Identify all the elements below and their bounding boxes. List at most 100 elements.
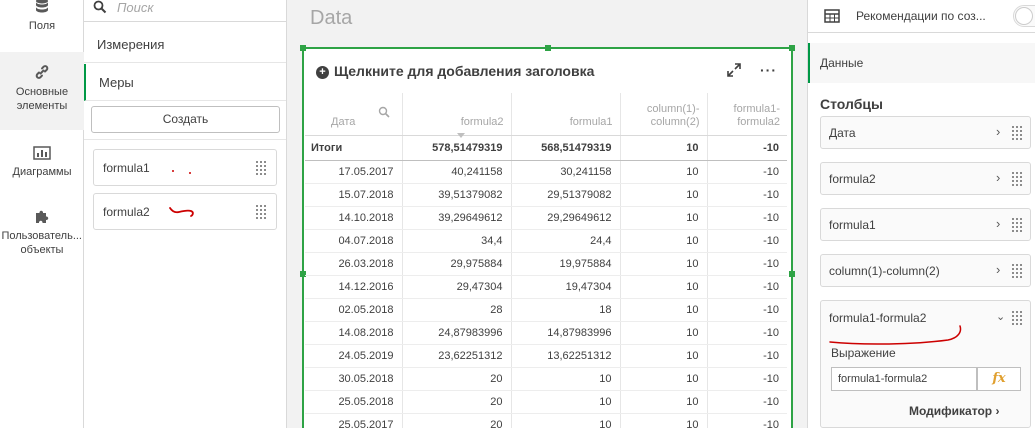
table-cell: 24,87983996 [402, 321, 512, 345]
column-item[interactable]: formula2 › [820, 162, 1031, 195]
expand-icon[interactable] [726, 62, 742, 78]
table-cell: 14,87983996 [511, 321, 621, 345]
table-cell: 34,4 [402, 229, 512, 253]
measure-item-formula2[interactable]: formula2 [93, 193, 277, 230]
table-row[interactable]: 24.05.2019 23,62251312 13,62251312 10 -10 [305, 344, 787, 368]
column-header[interactable]: formula2 [402, 93, 512, 138]
table-cell: 29,51379082 [511, 183, 621, 207]
table-row[interactable]: 02.05.2018 28 18 10 -10 [305, 298, 787, 322]
column-header[interactable]: formula1- formula2 [707, 93, 787, 136]
column-header-label: column(1)- [646, 102, 700, 115]
column-item[interactable]: column(1)-column(2) › [820, 254, 1031, 287]
create-measure-button[interactable]: Создать [91, 106, 280, 133]
rail-item-fields[interactable]: Поля [0, 0, 84, 48]
table-cell: 04.07.2018 [305, 229, 403, 253]
totals-cell: 10 [620, 135, 708, 161]
chevron-down-icon[interactable]: ⌄ [996, 310, 1005, 323]
table-row[interactable]: 15.07.2018 39,51379082 29,51379082 10 -10 [305, 183, 787, 207]
drag-handle-icon[interactable] [256, 205, 266, 219]
table-row[interactable]: 25.05.2018 20 10 10 -10 [305, 390, 787, 414]
modifier-link[interactable]: Модификатор › [909, 404, 999, 418]
table-row[interactable]: 30.05.2018 20 10 10 -10 [305, 367, 787, 391]
chevron-right-icon[interactable]: › [996, 262, 1000, 277]
measure-item-formula1[interactable]: formula1 [93, 149, 277, 186]
drag-handle-icon[interactable] [1012, 311, 1022, 325]
drag-handle-icon[interactable] [1012, 172, 1022, 186]
totals-row: Итоги 578,51479319 568,51479319 10 -10 [305, 135, 787, 161]
drag-handle-icon[interactable] [1012, 218, 1022, 232]
chevron-right-icon[interactable]: › [996, 170, 1000, 185]
table-cell: -10 [707, 298, 787, 322]
table-cell: 10 [620, 229, 708, 253]
column-label: column(1)-column(2) [829, 264, 940, 278]
table-row[interactable]: 25.05.2017 20 10 10 -10 [305, 413, 787, 428]
measures-section[interactable]: Меры [84, 64, 286, 101]
table-cell: 10 [620, 206, 708, 230]
tab-data[interactable]: Данные [808, 43, 1035, 83]
table-object[interactable]: + Щелкните для добавления заголовка ··· Д… [300, 45, 795, 428]
column-header[interactable]: column(1)- column(2) [620, 93, 708, 136]
drag-handle-icon[interactable] [1012, 264, 1022, 278]
search-field[interactable]: Поиск [84, 0, 286, 22]
data-table: Дата formula2 formula1 column(1)- column(2) f… [305, 93, 787, 428]
totals-cell: 578,51479319 [402, 135, 512, 161]
table-cell: -10 [707, 344, 787, 368]
table-row[interactable]: 26.03.2018 29,975884 19,975884 10 -10 [305, 252, 787, 276]
recommendations-bar: Рекомендации по соз... [808, 0, 1035, 33]
table-cell: 14.10.2018 [305, 206, 403, 230]
chevron-right-icon[interactable]: › [996, 124, 1000, 139]
table-cell: 24,4 [511, 229, 621, 253]
column-label: formula2 [829, 172, 876, 186]
table-row[interactable]: 14.12.2016 29,47304 19,47304 10 -10 [305, 275, 787, 299]
rail-item-charts[interactable]: Диаграммы [0, 142, 84, 192]
table-cell: 24.05.2019 [305, 344, 403, 368]
column-header[interactable]: formula1 [511, 93, 621, 136]
expression-editor-button[interactable]: fx [977, 367, 1021, 391]
resize-handle[interactable] [789, 271, 795, 277]
table-cell: 30,241158 [511, 160, 621, 184]
measure-label: formula2 [103, 205, 150, 219]
table-row[interactable]: 04.07.2018 34,4 24,4 10 -10 [305, 229, 787, 253]
table-cell: 10 [620, 344, 708, 368]
resize-handle[interactable] [545, 45, 551, 51]
columns-title: Столбцы [820, 96, 883, 112]
table-cell: -10 [707, 229, 787, 253]
resize-handle[interactable] [789, 45, 795, 51]
more-icon[interactable]: ··· [760, 62, 777, 78]
table-row[interactable]: 14.10.2018 39,29649612 29,29649612 10 -10 [305, 206, 787, 230]
column-header-label: formula1 [569, 115, 613, 128]
resize-handle[interactable] [300, 45, 306, 51]
rail-item-custom-objects[interactable]: Пользователь... объекты [0, 206, 84, 270]
table-cell: 14.12.2016 [305, 275, 403, 299]
chevron-right-icon[interactable]: › [996, 216, 1000, 231]
rail-label-core-1: Основные [15, 86, 69, 98]
column-header-label: formula2 [737, 115, 780, 128]
column-item[interactable]: formula1 › [820, 208, 1031, 241]
table-cell: 19,975884 [511, 252, 621, 276]
table-row[interactable]: 14.08.2018 24,87983996 14,87983996 10 -10 [305, 321, 787, 345]
red-annotation-underline [829, 325, 962, 345]
assets-panel: Поиск Измерения Меры Создать formula1 fo… [84, 0, 287, 428]
drag-handle-icon[interactable] [1012, 126, 1022, 140]
table-cell: 20 [402, 413, 512, 428]
totals-cell: -10 [707, 135, 787, 161]
column-item[interactable]: Дата › [820, 116, 1031, 149]
table-cell: 30.05.2018 [305, 367, 403, 391]
table-cell: 25.05.2018 [305, 390, 403, 414]
expression-input[interactable] [831, 367, 977, 391]
column-header[interactable]: Дата [305, 93, 403, 136]
table-cell: 10 [511, 367, 621, 391]
red-annotation-dots [172, 170, 191, 174]
search-icon[interactable] [378, 106, 390, 118]
recommendations-toggle[interactable] [1013, 5, 1035, 27]
chart-title[interactable]: + Щелкните для добавления заголовка [316, 63, 594, 79]
table-cell: -10 [707, 321, 787, 345]
table-cell: -10 [707, 206, 787, 230]
dimensions-section[interactable]: Измерения [84, 26, 286, 63]
column-item-expanded[interactable]: formula1-formula2 ⌄ Выражение fx Модифик… [820, 300, 1031, 428]
rail-item-core-elements[interactable]: Основные элементы [0, 52, 84, 130]
table-cell: 39,29649612 [402, 206, 512, 230]
drag-handle-icon[interactable] [256, 161, 266, 175]
totals-cell: 568,51479319 [511, 135, 621, 161]
table-row[interactable]: 17.05.2017 40,241158 30,241158 10 -10 [305, 160, 787, 184]
